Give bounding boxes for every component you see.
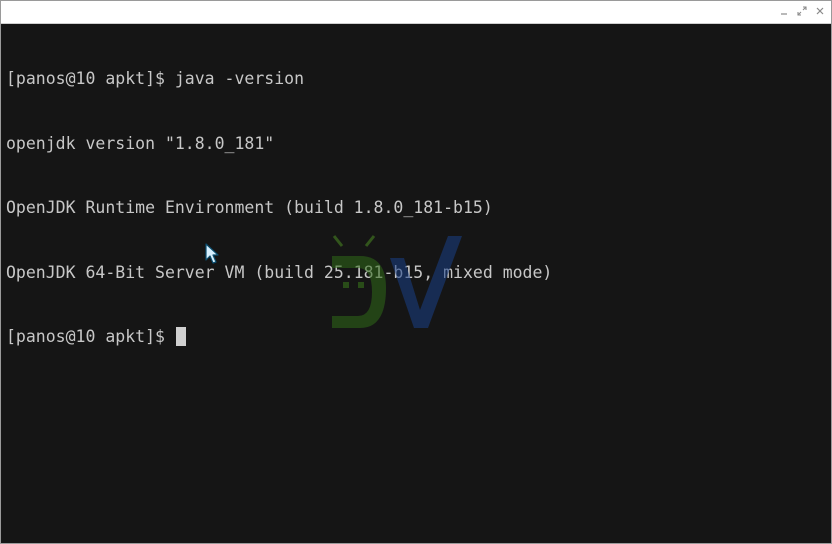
- title-bar[interactable]: [1, 1, 831, 24]
- text-cursor: [175, 327, 186, 346]
- terminal-line-output: openjdk version "1.8.0_181": [6, 133, 275, 153]
- terminal-output: [panos@10 apkt]$ java -version openjdk v…: [6, 25, 552, 391]
- mouse-pointer-icon: [205, 243, 219, 264]
- terminal-area[interactable]: [panos@10 apkt]$ java -version openjdk v…: [2, 24, 830, 542]
- scrollbar[interactable]: [827, 24, 830, 542]
- close-button[interactable]: [813, 4, 827, 18]
- terminal-prompt-line[interactable]: [panos@10 apkt]$: [6, 326, 552, 348]
- minimize-button[interactable]: [777, 4, 791, 18]
- watermark-logo-icon: [332, 235, 462, 328]
- window-controls: [777, 4, 827, 18]
- minimize-icon: [781, 13, 787, 15]
- terminal-prompt: [panos@10 apkt]$: [6, 327, 175, 346]
- close-icon: [816, 7, 824, 15]
- terminal-window: [panos@10 apkt]$ java -version openjdk v…: [0, 0, 832, 544]
- terminal-line-output: OpenJDK Runtime Environment (build 1.8.0…: [6, 198, 493, 217]
- maximize-button[interactable]: [795, 4, 809, 18]
- maximize-icon: [797, 6, 807, 16]
- terminal-line-output: OpenJDK 64-Bit Server VM (build 25.181-b…: [6, 262, 553, 282]
- terminal-line-command: [panos@10 apkt]$ java -version: [6, 69, 305, 88]
